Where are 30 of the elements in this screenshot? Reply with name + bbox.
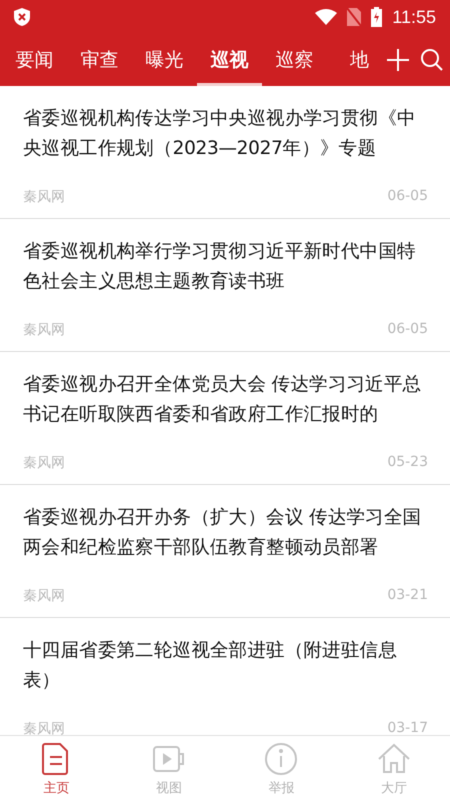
- category-tab[interactable]: 巡视: [197, 34, 262, 86]
- category-tab[interactable]: 曝光: [132, 34, 197, 86]
- article-source: 秦风网: [23, 454, 65, 472]
- category-tab[interactable]: 巡察: [262, 34, 327, 86]
- article-source: 秦风网: [23, 188, 65, 206]
- wifi-icon: [315, 9, 338, 25]
- search-icon[interactable]: [420, 48, 444, 72]
- article-date: 06-05: [387, 321, 428, 339]
- article-date: 06-05: [387, 188, 428, 206]
- shield-icon: [14, 8, 30, 26]
- article-title[interactable]: 省委巡视办召开全体党员大会 传达学习习近平总书记在听取陕西省委和省政府工作汇报时的: [23, 370, 428, 447]
- article-source: 秦风网: [23, 720, 65, 735]
- nav-tab[interactable]: 主页: [0, 736, 112, 800]
- battery-icon: [371, 7, 382, 27]
- category-tab[interactable]: 审查: [67, 34, 132, 86]
- status-time: 11:55: [392, 6, 436, 28]
- category-tab[interactable]: 要闻: [2, 34, 67, 86]
- no-sim-icon: [347, 8, 362, 26]
- article-title[interactable]: 省委巡视机构传达学习中央巡视办学习贯彻《中央巡视工作规划（2023—2027年）》专题: [23, 104, 428, 181]
- article-title[interactable]: 省委巡视办召开办务（扩大）会议 传达学习全国两会和纪检监察干部队伍教育整顿动员部署: [23, 503, 428, 580]
- add-icon[interactable]: [386, 48, 410, 72]
- article-date: 03-17: [387, 720, 428, 735]
- article-source: 秦风网: [23, 587, 65, 605]
- article-title[interactable]: 省委巡视机构举行学习贯彻习近平新时代中国特色社会主义思想主题教育读书班: [23, 237, 428, 314]
- article-date: 03-21: [387, 587, 428, 605]
- article-date: 05-23: [387, 454, 428, 472]
- category-tab[interactable]: 地: [327, 34, 376, 86]
- article-title[interactable]: 十四届省委第二轮巡视全部进驻（附进驻信息表）: [23, 636, 428, 713]
- info-icon: [263, 741, 300, 777]
- article-source: 秦风网: [23, 321, 65, 339]
